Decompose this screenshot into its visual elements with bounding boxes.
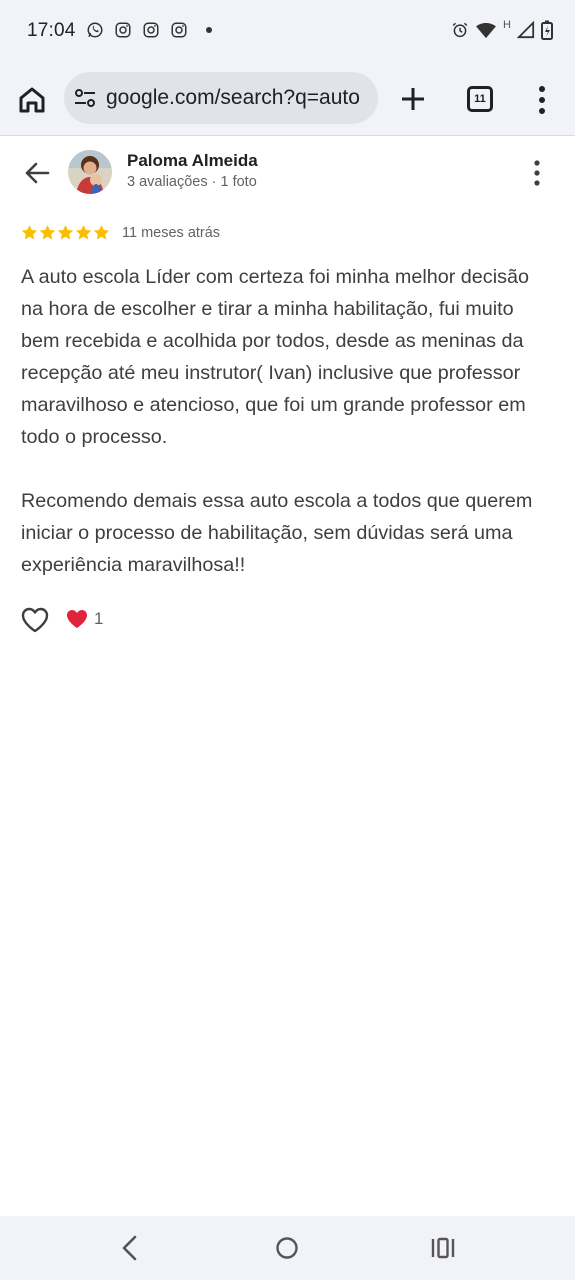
review-paragraph: A auto escola Líder com certeza foi minh… bbox=[21, 266, 529, 448]
whatsapp-icon bbox=[87, 22, 103, 38]
heart-outline-icon[interactable] bbox=[20, 606, 50, 634]
system-icons: H bbox=[451, 19, 553, 40]
star-icon bbox=[21, 225, 38, 240]
nav-home-icon[interactable] bbox=[275, 1236, 299, 1260]
star-icon bbox=[75, 225, 92, 240]
more-vert-icon[interactable] bbox=[534, 83, 550, 117]
tab-switcher-button[interactable]: 11 bbox=[467, 86, 493, 112]
nav-back-icon[interactable] bbox=[118, 1234, 142, 1262]
review-paragraph: Recomendo demais essa auto escola a todo… bbox=[21, 490, 533, 576]
instagram-icon bbox=[171, 22, 187, 38]
battery-charging-icon bbox=[541, 20, 553, 40]
tab-count: 11 bbox=[474, 93, 486, 105]
reviewer-meta: 3 avaliações · 1 foto bbox=[127, 174, 257, 190]
review-options-icon[interactable] bbox=[528, 158, 546, 188]
h-network-icon: H bbox=[503, 19, 511, 31]
system-nav-bar bbox=[0, 1216, 575, 1280]
home-icon[interactable] bbox=[16, 84, 48, 116]
rating-row: 11 meses atrás bbox=[21, 224, 220, 241]
alarm-icon bbox=[452, 22, 468, 38]
review-text: A auto escola Líder com certeza foi minh… bbox=[21, 261, 551, 581]
wifi-icon bbox=[476, 23, 496, 39]
address-bar[interactable]: google.com/search?q=auto bbox=[64, 72, 378, 124]
browser-toolbar: google.com/search?q=auto 11 bbox=[0, 64, 575, 136]
star-icon bbox=[93, 225, 110, 240]
review-date: 11 meses atrás bbox=[122, 224, 221, 241]
notification-icons bbox=[86, 21, 212, 39]
url-text: google.com/search?q=auto bbox=[106, 86, 360, 109]
star-icon bbox=[57, 225, 74, 240]
reviewer-name[interactable]: Paloma Almeida bbox=[127, 151, 258, 171]
instagram-icon bbox=[115, 22, 131, 38]
back-arrow-icon[interactable] bbox=[22, 158, 52, 188]
heart-icon bbox=[67, 610, 87, 628]
reaction-count: 1 bbox=[94, 609, 104, 628]
avatar[interactable] bbox=[68, 150, 112, 194]
dot-icon bbox=[206, 27, 212, 33]
new-tab-icon[interactable] bbox=[398, 84, 428, 114]
signal-icon bbox=[517, 21, 535, 39]
reaction-summary[interactable]: 1 bbox=[66, 609, 103, 629]
star-rating bbox=[21, 224, 110, 241]
star-icon bbox=[39, 225, 56, 240]
instagram-icon bbox=[143, 22, 159, 38]
status-time: 17:04 bbox=[27, 20, 76, 41]
status-bar: 17:04 H bbox=[0, 0, 575, 64]
site-settings-icon[interactable] bbox=[74, 88, 96, 108]
nav-recents-icon[interactable] bbox=[430, 1236, 456, 1260]
